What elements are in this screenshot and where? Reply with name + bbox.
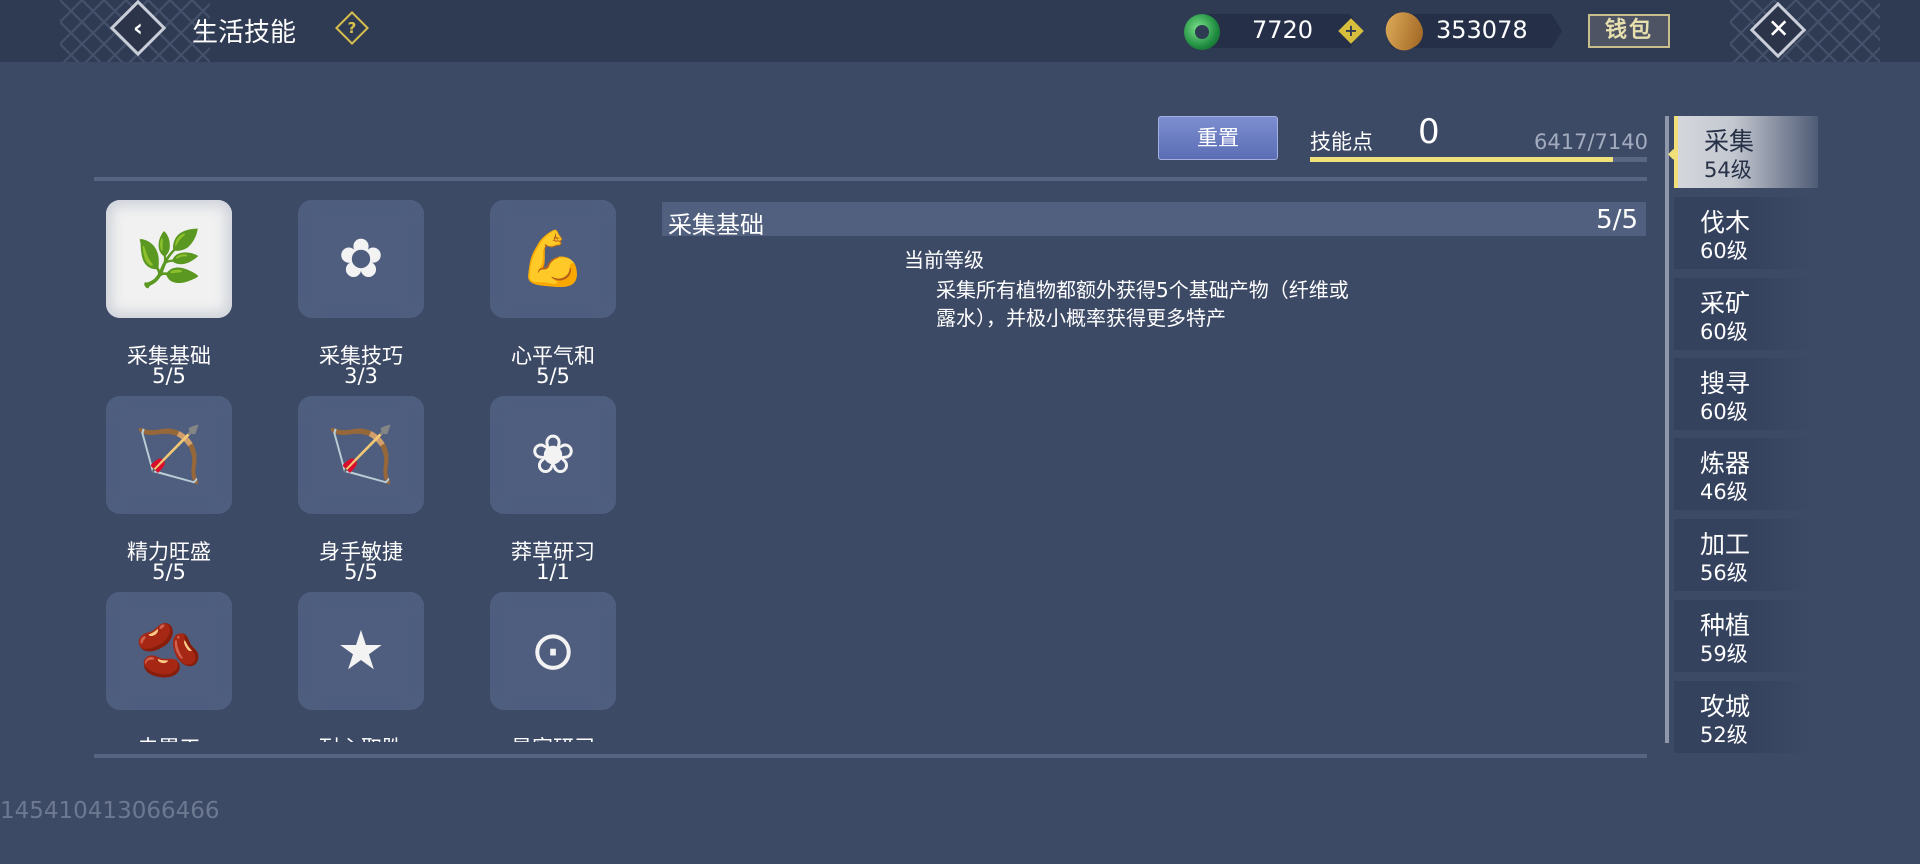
category-name: 加工: [1700, 530, 1751, 559]
wallet-button[interactable]: 钱包: [1588, 14, 1670, 48]
skill-grid: 🌿 采集基础 5/5 ✿ 采集技巧 3/3 💪 心平气和 5/5 🏹 精力旺盛 …: [94, 192, 654, 742]
close-icon: ✕: [1767, 14, 1790, 45]
skill-tile: 💪: [490, 200, 616, 318]
bow-arrow-icon: 🏹: [327, 423, 395, 486]
category-level: 56级: [1700, 561, 1748, 585]
category-name: 搜寻: [1700, 369, 1751, 398]
jade-icon: [1184, 14, 1220, 50]
skill-item-8[interactable]: ⊙ 星宿研习: [478, 584, 648, 742]
divider-bottom: [94, 754, 1647, 758]
herb-sprig-icon: 🌿: [135, 227, 203, 290]
skill-item-2[interactable]: 💪 心平气和 5/5: [478, 192, 648, 388]
flexed-arm-icon: 💪: [519, 227, 587, 290]
category-level: 59级: [1700, 642, 1748, 666]
flower-icon: ✿: [338, 227, 384, 290]
category-tab-processing[interactable]: 加工 56级: [1674, 519, 1814, 591]
skill-points-progress-text: 6417/7140: [1534, 130, 1648, 154]
skill-tile: ⊙: [490, 592, 616, 710]
scroll-rail[interactable]: [1665, 116, 1669, 743]
skill-tile: 🏹: [298, 396, 424, 514]
skill-detail-level: 5/5: [1596, 205, 1638, 235]
skill-description: 采集所有植物都额外获得5个基础产物（纤维或露水），并极小概率获得更多特产: [936, 278, 1349, 330]
skill-tile: ❀: [490, 396, 616, 514]
category-name: 炼器: [1700, 449, 1751, 478]
category-level: 46级: [1700, 480, 1748, 504]
category-tab-gather[interactable]: ◆ 采集 54级: [1668, 116, 1818, 188]
current-level-label: 当前等级: [904, 248, 984, 272]
add-currency-button[interactable]: +: [1338, 18, 1364, 44]
selected-indicator-icon: ◆: [1668, 146, 1679, 162]
category-level: 54级: [1704, 158, 1752, 182]
category-tab-siege[interactable]: 攻城 52级: [1674, 681, 1814, 753]
category-name: 种植: [1700, 611, 1751, 640]
reset-button[interactable]: 重置: [1158, 116, 1278, 160]
lily-icon: ❀: [530, 423, 576, 486]
category-tab-mining[interactable]: 采矿 60级: [1674, 278, 1814, 350]
category-level: 60级: [1700, 320, 1748, 344]
plus-icon: +: [1344, 21, 1358, 40]
skill-tile: 🫘: [106, 592, 232, 710]
stomach-icon: 🫘: [135, 619, 203, 682]
skill-tile: ★: [298, 592, 424, 710]
skill-level: 5/5: [536, 364, 570, 388]
skill-item-4[interactable]: 🏹 身手敏捷 5/5: [286, 388, 456, 584]
category-level: 60级: [1700, 239, 1748, 263]
skill-detail-header: 采集基础 5/5: [662, 202, 1646, 239]
skill-level: 3/3: [344, 364, 378, 388]
category-name: 伐木: [1700, 208, 1751, 237]
skill-points-label: 技能点: [1310, 130, 1373, 154]
skill-name: 耐心取胜: [286, 732, 436, 742]
category-level: 60级: [1700, 400, 1748, 424]
skill-item-6[interactable]: 🫘 去胃工: [94, 584, 264, 742]
category-level: 52级: [1700, 723, 1748, 747]
skill-item-1[interactable]: ✿ 采集技巧 3/3: [286, 192, 456, 388]
question-icon: ?: [347, 19, 357, 37]
skill-points-value: 0: [1418, 112, 1440, 152]
category-tab-search[interactable]: 搜寻 60级: [1674, 358, 1814, 430]
category-name: 采矿: [1700, 289, 1751, 318]
skill-points-progress-bar: [1310, 157, 1647, 162]
category-tab-forging[interactable]: 炼器 46级: [1674, 438, 1814, 510]
category-name: 采集: [1704, 127, 1755, 156]
skill-name: 星宿研习: [478, 732, 628, 742]
divider-top: [94, 177, 1647, 181]
skill-level: 5/5: [152, 560, 186, 584]
category-tab-planting[interactable]: 种植 59级: [1674, 600, 1814, 672]
skill-level: 5/5: [152, 364, 186, 388]
skill-level: 5/5: [344, 560, 378, 584]
currency-jade-value: 7720: [1252, 16, 1314, 44]
skill-item-3[interactable]: 🏹 精力旺盛 5/5: [94, 388, 264, 584]
skill-tile: 🏹: [106, 396, 232, 514]
player-uid: 145410413066466: [0, 798, 220, 824]
skill-level: 1/1: [536, 560, 570, 584]
skill-points-progress-fill: [1310, 157, 1613, 162]
category-tab-logging[interactable]: 伐木 60级: [1674, 197, 1814, 269]
skill-item-5[interactable]: ❀ 莽草研习 1/1: [478, 388, 648, 584]
skill-item-0[interactable]: 🌿 采集基础 5/5: [94, 192, 264, 388]
skill-item-7[interactable]: ★ 耐心取胜: [286, 584, 456, 742]
skill-name: 去胃工: [94, 732, 244, 742]
star-banner-icon: ★: [336, 619, 386, 682]
skill-tile: 🌿: [106, 200, 232, 318]
currency-coin-value: 353078: [1436, 16, 1528, 44]
constellation-icon: ⊙: [530, 619, 576, 682]
category-name: 攻城: [1700, 692, 1751, 721]
skill-detail-title: 采集基础: [668, 211, 764, 239]
back-arrow-icon: ‹: [133, 14, 143, 42]
bow-arrow-icon: 🏹: [135, 423, 203, 486]
page-title: 生活技能: [192, 18, 297, 48]
skill-tile: ✿: [298, 200, 424, 318]
